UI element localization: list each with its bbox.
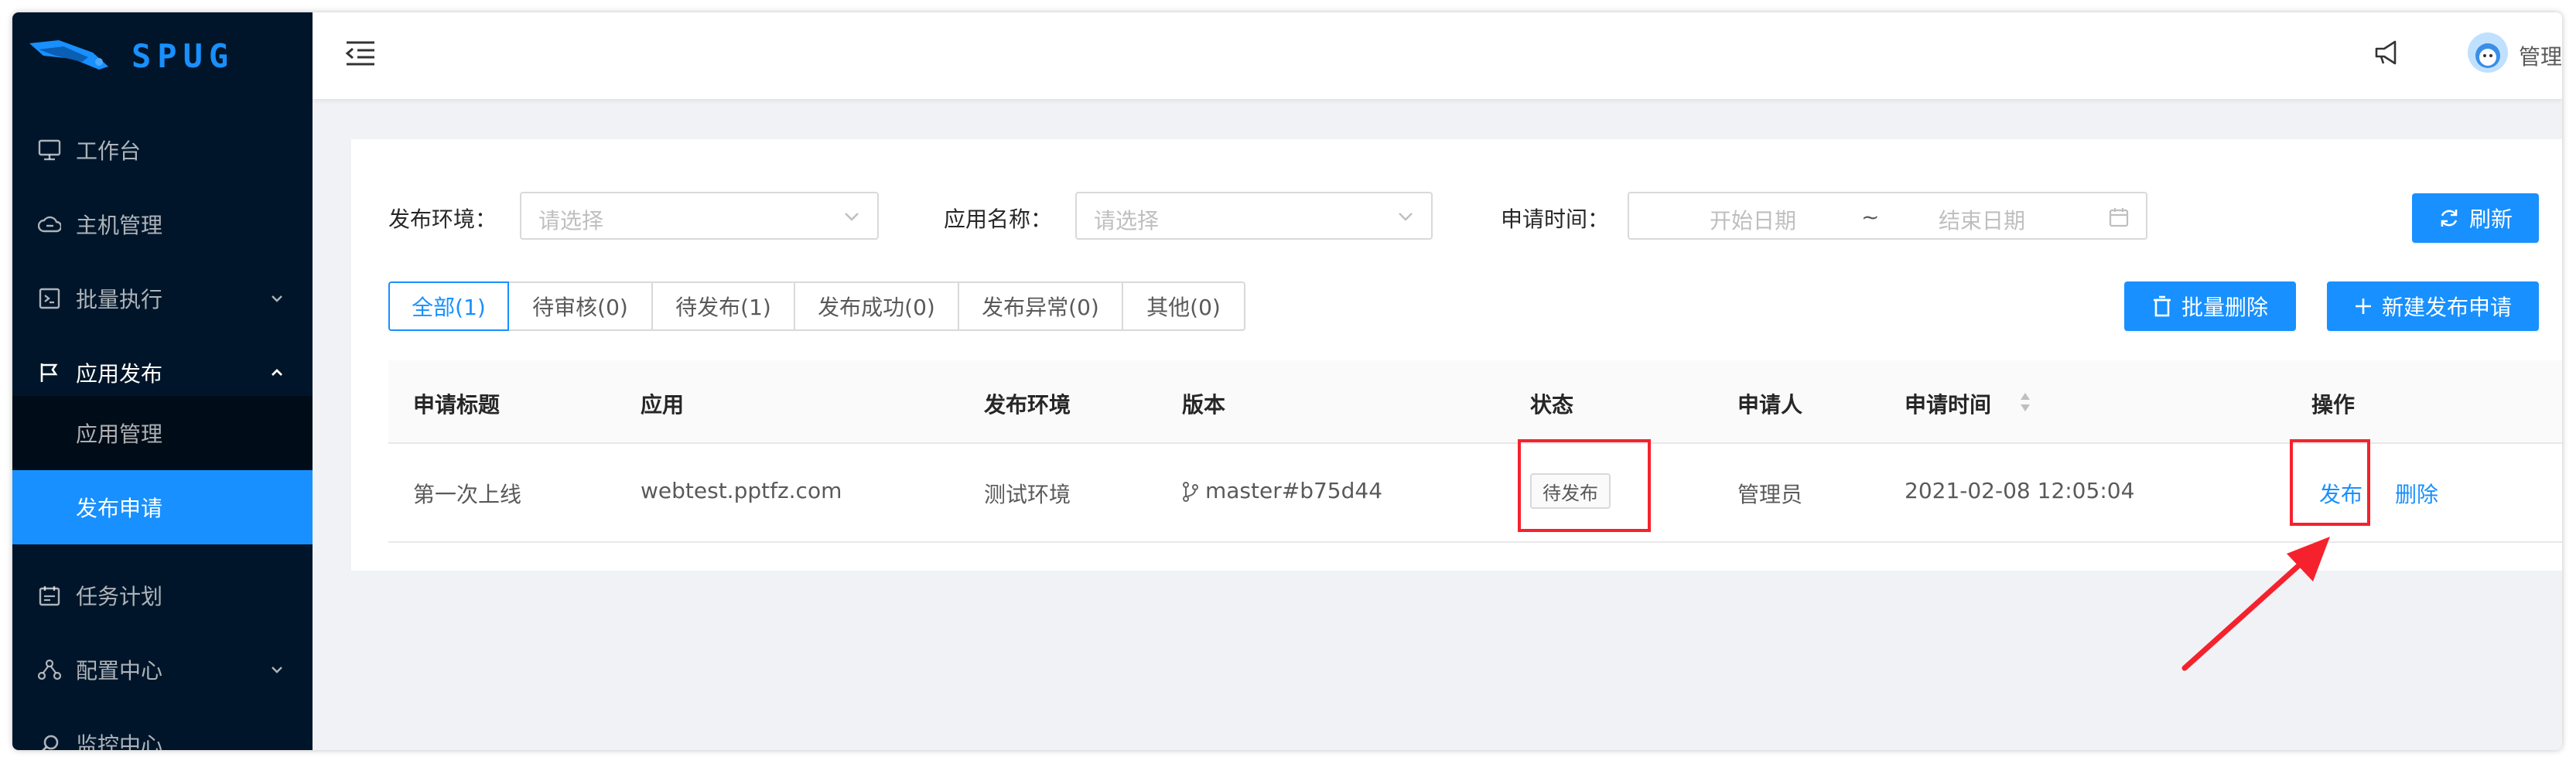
cell-title: 第一次上线 [413,482,522,507]
refresh-button[interactable]: 刷新 [2412,193,2539,243]
sidebar-subitem-app-manage[interactable]: 应用管理 [12,396,313,470]
sidebar-item-label: 主机管理 [76,213,163,238]
tab-all[interactable]: 全部(1) [388,281,509,331]
schedule-icon [37,583,62,608]
sidebar-subitem-label: 应用管理 [76,421,163,447]
user-name[interactable]: 管理员 [2519,40,2562,71]
avatar[interactable] [2468,32,2508,73]
tab-label: 其他(0) [1146,295,1221,320]
tab-release-error[interactable]: 发布异常(0) [959,281,1123,331]
branch-icon [1183,482,1198,502]
status-tabs: 全部(1) 待审核(0) 待发布(1) 发布成功(0) 发布异常(0) 其他(0… [388,281,1245,331]
cell-version: master#b75d44 [1205,478,1383,503]
tab-pending-review[interactable]: 待审核(0) [509,281,653,331]
sidebar-item-schedule[interactable]: 任务计划 [12,558,313,633]
cloud-server-icon [37,212,62,237]
env-select-placeholder: 请选择 [538,208,604,234]
sidebar-item-label: 监控中心 [76,732,163,750]
app-select-placeholder: 请选择 [1094,208,1160,234]
refresh-button-label: 刷新 [2468,206,2513,232]
cell-time: 2021-02-08 12:05:04 [1905,478,2135,503]
chevron-down-icon [272,295,282,302]
sidebar-item-config-center[interactable]: 配置中心 [12,633,313,707]
start-date-input[interactable]: 开始日期 [1710,204,1796,235]
col-app: 应用 [641,392,685,418]
range-separator: ~ [1861,204,1880,230]
plus-icon [2355,298,2371,314]
menu-fold-icon[interactable] [345,40,376,67]
sidebar-subitem-release-request[interactable]: 发布申请 [12,470,313,544]
chevron-down-icon [272,667,282,674]
table-row: 第一次上线 webtest.pptfz.com 测试环境 master#b75d… [388,442,2562,543]
end-date-input[interactable]: 结束日期 [1939,204,2025,235]
batch-delete-label: 批量删除 [2181,295,2268,320]
tab-label: 全部(1) [412,295,486,320]
sort-icon[interactable] [2019,391,2031,413]
tab-label: 发布成功(0) [818,295,935,320]
terminal-icon [37,286,62,311]
flag-icon [37,360,62,385]
new-request-label: 新建发布申请 [2381,295,2512,320]
tab-other[interactable]: 其他(0) [1123,281,1245,331]
app-select[interactable]: 请选择 [1075,192,1433,240]
env-filter-label: 发布环境： [388,206,497,232]
chevron-up-icon [272,369,282,376]
sidebar-item-label: 工作台 [76,138,142,164]
app-window: SPUG 工作台 主机管理 批量执行 应用发布 应用管理 发布申请 任务计划 配… [12,12,2562,750]
annotation-box-publish [2290,439,2370,526]
logo: SPUG [12,12,313,99]
new-request-button[interactable]: 新建发布申请 [2327,281,2539,331]
cell-applicant: 管理员 [1737,482,1803,507]
notification-icon[interactable] [2373,39,2401,67]
sidebar-subitem-label: 发布申请 [76,496,163,521]
col-title: 申请标题 [413,392,501,418]
time-filter-label: 申请时间： [1501,206,1610,232]
sidebar-item-label: 批量执行 [76,287,163,312]
spug-logo-icon [29,40,108,70]
tab-label: 待发布(1) [675,295,771,320]
col-actions: 操作 [2311,392,2356,418]
annotation-box-status [1518,439,1651,532]
batch-delete-button[interactable]: 批量删除 [2124,281,2296,331]
sidebar-item-monitor-center[interactable]: 监控中心 [12,707,313,750]
col-applicant: 申请人 [1737,392,1803,418]
desktop-icon [37,138,62,162]
sync-icon [2441,210,2458,227]
col-time[interactable]: 申请时间 [1905,388,1991,419]
cell-env: 测试环境 [984,482,1071,507]
col-status: 状态 [1530,392,1574,418]
date-range-picker[interactable]: 开始日期 ~ 结束日期 [1628,192,2147,240]
table-header: 申请标题 应用 发布环境 版本 状态 申请人 申请时间 操作 [388,360,2562,444]
delete-link[interactable]: 删除 [2395,478,2438,509]
sidebar-item-label: 应用发布 [76,361,163,387]
logo-text: SPUG [132,36,235,75]
monitor-search-icon [37,732,62,750]
chevron-down-icon [845,213,859,221]
tab-pending-release[interactable]: 待发布(1) [653,281,795,331]
col-env: 发布环境 [984,392,1071,418]
app-filter-label: 应用名称： [944,206,1053,232]
annotation-arrow [2181,537,2330,671]
calendar-icon [2109,208,2129,227]
sidebar: SPUG 工作台 主机管理 批量执行 应用发布 应用管理 发布申请 任务计划 配… [12,12,313,750]
top-header: 管理员 [313,12,2562,99]
col-version: 版本 [1182,392,1226,418]
tab-release-success[interactable]: 发布成功(0) [795,281,959,331]
sidebar-item-label: 任务计划 [76,584,163,609]
sidebar-item-batch-exec[interactable]: 批量执行 [12,261,313,336]
sidebar-item-workbench[interactable]: 工作台 [12,113,313,187]
tab-label: 发布异常(0) [982,295,1099,320]
delete-icon [2153,295,2171,317]
content-card: 发布环境： 请选择 应用名称： 请选择 申请时间： 开始日期 ~ 结束日期 刷新… [351,139,2562,571]
sidebar-item-label: 配置中心 [76,658,163,684]
cluster-icon [37,657,62,682]
chevron-down-icon [1399,213,1413,221]
cell-app: webtest.pptfz.com [641,478,842,503]
sidebar-item-hosts[interactable]: 主机管理 [12,187,313,261]
env-select[interactable]: 请选择 [520,192,879,240]
tab-label: 待审核(0) [532,295,628,320]
